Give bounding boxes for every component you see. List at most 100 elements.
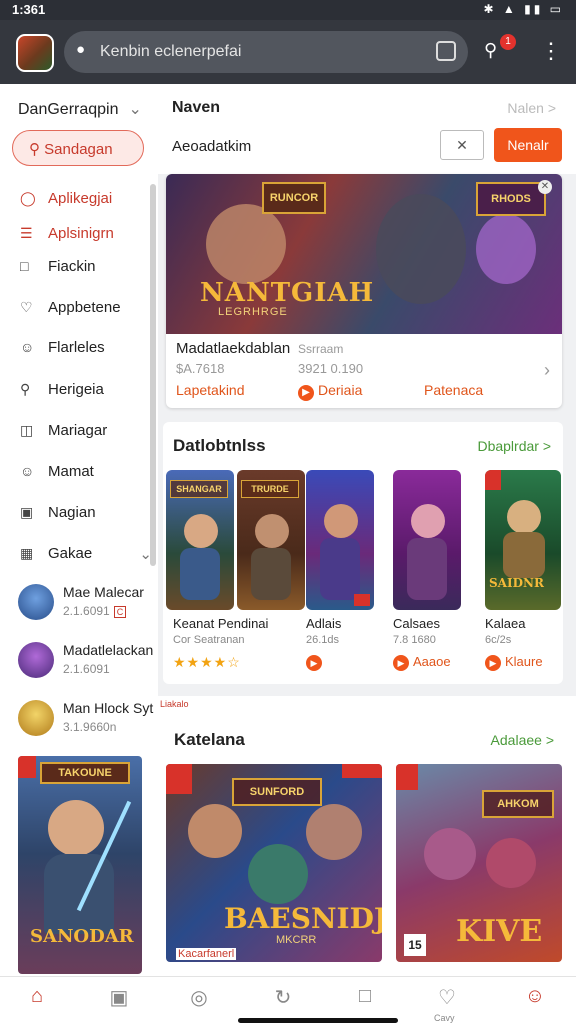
- user-icon[interactable]: ☺: [522, 985, 548, 1011]
- app-logo[interactable]: [16, 34, 54, 72]
- poster-caption: 15: [404, 934, 426, 956]
- hero-art: [184, 514, 218, 548]
- more-menu-icon[interactable]: ⋮: [540, 40, 562, 62]
- game-version: 2.1.6091: [63, 662, 110, 676]
- featured-name: Madatlaekdablan: [176, 340, 291, 357]
- hero-art: [206, 204, 286, 284]
- square-icon[interactable]: □: [352, 985, 378, 1011]
- card-icon[interactable]: ▣: [106, 985, 132, 1011]
- file-icon: ◫: [20, 422, 34, 438]
- banner-subtitle: LEGRHRGE: [218, 306, 288, 318]
- sidebar-item-label: Mariagar: [48, 422, 108, 439]
- hero-art: [306, 804, 362, 860]
- featured-action-c[interactable]: Patenaca: [424, 382, 483, 398]
- sidebar-item-5[interactable]: ☺ Flarleles: [20, 339, 105, 365]
- game-action[interactable]: ▶: [306, 654, 326, 671]
- category-poster[interactable]: AHKOM KIVE 15: [396, 764, 562, 962]
- hero-art: [255, 514, 289, 548]
- game-name: Man Hlock Syt: [63, 700, 154, 716]
- close-button[interactable]: ✕: [440, 130, 484, 160]
- action-label: Deriaia: [318, 382, 363, 398]
- section-link[interactable]: Adalaee >: [491, 732, 554, 748]
- sidebar-item-label: Aplsinigrn: [48, 225, 114, 242]
- sidebar-item-6[interactable]: ⚲ Herigeia: [20, 381, 104, 407]
- game-logo: TRURDE: [241, 480, 299, 498]
- sidebar-item-4[interactable]: ♡ Appbetene: [20, 299, 121, 325]
- sidebar-item-label: Nagian: [48, 504, 96, 521]
- chevron-down-icon: ⌄: [128, 101, 142, 118]
- game-card[interactable]: SHANGAR: [166, 470, 234, 610]
- featured-action-a[interactable]: Lapetakind: [176, 382, 245, 398]
- games-section: Datlobtnlss Dbaplrdar > SHANGAR TRURDE S…: [163, 422, 563, 684]
- section-link[interactable]: Dbaplrdar >: [477, 438, 551, 454]
- banner-logo-left: RUNCOR: [262, 182, 326, 214]
- notification-button[interactable]: ⚲ 1: [484, 34, 516, 68]
- hero-body-art: [407, 538, 447, 600]
- chevron-right-icon[interactable]: ›: [544, 360, 550, 381]
- hero-art: [486, 838, 536, 888]
- compass-icon[interactable]: ◎: [186, 985, 212, 1011]
- category-dropdown[interactable]: DanGerraqpin ⌄: [18, 99, 142, 119]
- app-bar: ● Kenbin eclenerpefai ⚲ 1 ⋮: [0, 20, 576, 84]
- featured-banner[interactable]: RUNCOR RHODS NANTGIAH LEGRHRGE ✕: [166, 174, 562, 334]
- status-time: 1:361: [12, 2, 46, 17]
- game-logo: SHANGAR: [170, 480, 228, 498]
- sidebar-item-2[interactable]: ☰ Aplsinigrn: [20, 225, 114, 251]
- search-icon: ⚲: [20, 381, 31, 397]
- search-pill-button[interactable]: ⚲ Sandagan: [12, 130, 144, 166]
- sidebar-item-7[interactable]: ◫ Mariagar: [20, 422, 107, 448]
- scan-icon[interactable]: [436, 41, 456, 61]
- game-card[interactable]: [393, 470, 461, 610]
- featured-card[interactable]: RUNCOR RHODS NANTGIAH LEGRHRGE ✕ Madatla…: [166, 174, 562, 408]
- game-meta: 6c/2s: [485, 634, 512, 646]
- game-action[interactable]: ▶ Aaaoe: [393, 654, 451, 671]
- banner-title: NANTGIAH: [200, 278, 375, 308]
- sidebar-scrollbar[interactable]: [150, 184, 156, 566]
- page-title: Naven: [172, 99, 221, 116]
- sidebar-item-3[interactable]: □ Fiackin: [20, 258, 96, 284]
- game-name: Kalaea: [485, 616, 526, 631]
- avatar: [18, 642, 54, 678]
- featured-action-b[interactable]: ▶ Deriaia: [298, 382, 362, 401]
- poster-title: KIVE: [456, 914, 543, 949]
- header-link[interactable]: Nalen >: [507, 100, 556, 116]
- status-bar: 1:361 ✱ ▲ ▮▮ ▭: [0, 0, 576, 20]
- status-icons: ✱ ▲ ▮▮ ▭: [483, 2, 564, 16]
- close-icon[interactable]: ✕: [538, 180, 552, 194]
- game-card[interactable]: SAIDNR: [485, 470, 561, 610]
- avatar: [18, 700, 54, 736]
- game-card[interactable]: [306, 470, 374, 610]
- hero-body-art: [251, 548, 291, 600]
- sidebar-item-8[interactable]: ☺ Mamat: [20, 463, 94, 489]
- poster-logo: SUNFORD: [232, 778, 322, 806]
- category-poster[interactable]: SUNFORD BAESNIDJ MKCRR Kacarfanerl: [166, 764, 382, 962]
- section-title: Katelana: [174, 730, 245, 749]
- sidebar-item-10[interactable]: ▦ Gakae ⌄: [20, 545, 152, 571]
- nav-label: Cavy: [434, 1013, 455, 1023]
- refresh-icon[interactable]: ↻: [270, 985, 296, 1011]
- sidebar-item-label: Fiackin: [48, 258, 96, 275]
- heart-icon[interactable]: ♡: [434, 985, 460, 1011]
- smile-icon: ☺: [20, 463, 35, 479]
- app-icon: ◯: [20, 190, 36, 206]
- primary-button[interactable]: Nenalr: [494, 128, 562, 162]
- corner-badge: [18, 756, 36, 778]
- chat-icon: □: [20, 258, 29, 274]
- section-tag: Liakalo: [160, 699, 189, 709]
- play-icon: ▶: [485, 655, 501, 671]
- game-tag: C: [113, 606, 127, 618]
- bell-icon: ⚲: [484, 40, 498, 60]
- sidebar-item-9[interactable]: ▣ Nagian: [20, 504, 96, 530]
- home-icon[interactable]: ⌂: [24, 985, 50, 1011]
- search-bar[interactable]: ● Kenbin eclenerpefai: [64, 31, 468, 73]
- game-card[interactable]: TRURDE: [237, 470, 305, 610]
- sidebar-item-1[interactable]: ◯ Aplikegjai: [20, 190, 112, 216]
- game-name: Mae Malecar: [63, 584, 144, 600]
- game-meta: Cor Seatranan: [173, 634, 245, 646]
- game-name: Keanat Pendinai: [173, 616, 269, 631]
- game-action[interactable]: ▶ Klaure: [485, 654, 543, 671]
- hero-body-art: [44, 854, 114, 934]
- corner-badge: [342, 764, 382, 778]
- sidebar-poster[interactable]: TAKOUNE SANODAR: [18, 756, 142, 974]
- home-indicator: [238, 1018, 398, 1023]
